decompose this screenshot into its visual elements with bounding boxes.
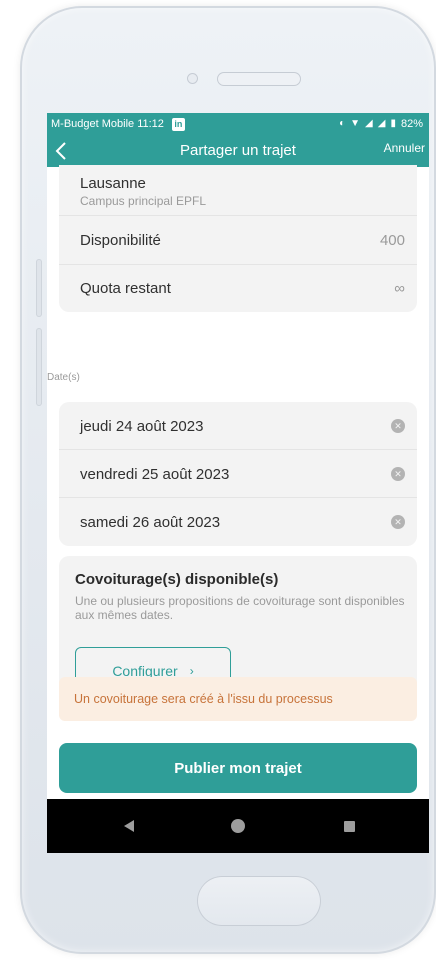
carpool-description: Une ou plusieurs propositions de covoitu…	[75, 594, 405, 622]
trip-summary-card: Lausanne Campus principal EPFL Disponibi…	[59, 165, 417, 312]
remove-date-icon[interactable]: ✕	[391, 515, 405, 529]
signal-icon: ◢	[377, 118, 386, 129]
date-label: jeudi 24 août 2023	[80, 417, 204, 435]
date-row[interactable]: samedi 26 août 2023 ✕	[59, 498, 417, 546]
page-title: Partager un trajet	[180, 142, 296, 159]
system-navigation-bar	[47, 799, 429, 853]
phone-side-button	[36, 259, 42, 317]
dates-section-label: Date(s)	[47, 372, 80, 383]
detail-value: ∞	[394, 280, 405, 297]
date-row[interactable]: vendredi 25 août 2023 ✕	[59, 450, 417, 498]
date-row[interactable]: jeudi 24 août 2023 ✕	[59, 402, 417, 450]
app-header: Partager un trajet Annuler	[47, 135, 429, 167]
data-saver-icon: ◐	[339, 118, 346, 129]
carrier-time: M-Budget Mobile 11:12	[51, 118, 164, 130]
status-bar: M-Budget Mobile 11:12 in ◐ ▼ ◢ ◢ ▮ 82%	[47, 113, 429, 135]
carpool-notice: Un covoiturage sera créé à l'issu du pro…	[59, 677, 417, 721]
date-label: samedi 26 août 2023	[80, 513, 221, 531]
battery-icon: ▮	[390, 118, 396, 129]
linkedin-notification-icon: in	[171, 117, 185, 131]
wifi-icon: ▼	[350, 118, 361, 129]
home-circle-icon[interactable]	[224, 812, 252, 840]
front-camera	[187, 73, 198, 84]
earpiece-speaker	[217, 72, 301, 86]
battery-percent: 82%	[400, 118, 423, 130]
form-content[interactable]: Lausanne Campus principal EPFL Disponibi…	[47, 165, 429, 799]
cancel-button[interactable]: Annuler	[384, 135, 425, 161]
back-triangle-icon[interactable]	[115, 812, 143, 840]
destination-name: Lausanne	[80, 175, 146, 192]
remove-date-icon[interactable]: ✕	[391, 419, 405, 433]
chevron-right-icon: ›	[189, 664, 194, 678]
detail-label: Disponibilité	[80, 231, 161, 249]
destination-subtitle: Campus principal EPFL	[80, 194, 207, 208]
signal-icon: ◢	[365, 118, 373, 129]
status-icons: ◐ ▼ ◢ ◢ ▮ 82%	[339, 118, 423, 130]
physical-home-button[interactable]	[197, 876, 321, 926]
detail-row-availability: Disponibilité 400	[59, 216, 417, 264]
remove-date-icon[interactable]: ✕	[391, 467, 405, 481]
phone-side-button	[36, 328, 42, 406]
detail-label: Quota restant	[80, 280, 171, 297]
detail-value: 400	[379, 231, 405, 249]
carpool-title: Covoiturage(s) disponible(s)	[75, 571, 279, 588]
date-label: vendredi 25 août 2023	[80, 465, 230, 483]
recent-apps-square-icon[interactable]	[335, 812, 363, 840]
publish-trip-button[interactable]: Publier mon trajet	[59, 743, 417, 793]
phone-screen: M-Budget Mobile 11:12 in ◐ ▼ ◢ ◢ ▮ 82% P…	[47, 113, 429, 853]
dates-card: jeudi 24 août 2023 ✕ vendredi 25 août 20…	[59, 402, 417, 546]
detail-row-quota: Quota restant ∞	[59, 265, 417, 312]
